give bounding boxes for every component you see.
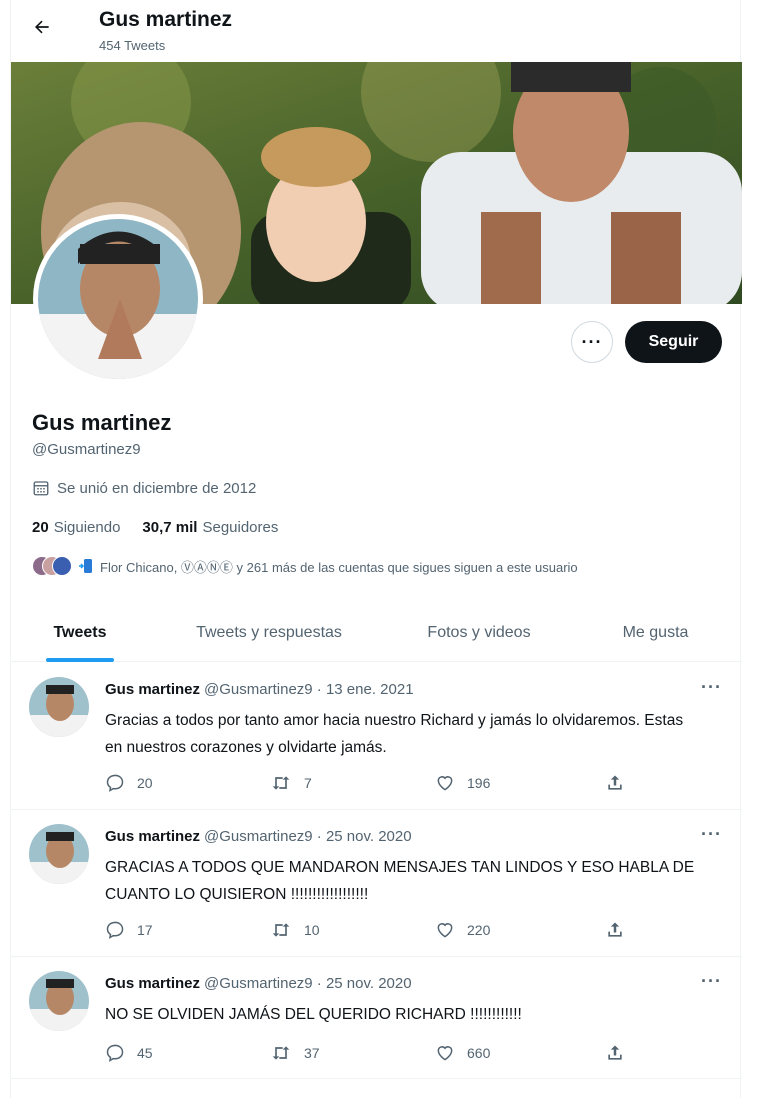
- following-link[interactable]: 20 Siguiendo: [32, 519, 120, 536]
- tweet[interactable]: Gus martinez @Gusmartinez9 · 25 nov. 2020…: [11, 810, 742, 957]
- followers-count: 30,7 mil: [142, 519, 198, 536]
- tweet-meta: @Gusmartinez9 · 13 ene. 2021: [204, 681, 414, 698]
- followed-by-text: Flor Chicano, ⓋⒶⓃⒺ y 261 más de las cuen…: [100, 559, 578, 575]
- tweet-text: GRACIAS A TODOS QUE MANDARON MENSAJES TA…: [105, 859, 695, 903]
- share-icon: [608, 775, 622, 790]
- like-button[interactable]: 220: [435, 918, 605, 942]
- avatar-photo: [38, 219, 198, 379]
- follow-stats: 20 Siguiendo 30,7 mil Seguidores: [32, 519, 278, 536]
- tweet[interactable]: Gus martinez @Gusmartinez9 · 13 ene. 2021…: [11, 663, 742, 810]
- reply-icon: [106, 921, 124, 939]
- profile-column: Gus martinez 454 Tweets ··· Seguir Gus m…: [10, 0, 742, 1098]
- joined-text: Se unió en diciembre de 2012: [57, 479, 257, 497]
- like-count: 196: [467, 775, 491, 791]
- share-button[interactable]: [605, 918, 625, 942]
- reply-icon: [106, 1044, 124, 1062]
- tab-likes[interactable]: Me gusta: [569, 604, 742, 662]
- tweet[interactable]: Gus martinez @Gusmartinez9 · 25 nov. 2020…: [11, 957, 742, 1079]
- tab-label: Tweets y respuestas: [196, 624, 342, 641]
- tweet-more-button[interactable]: ···: [701, 824, 722, 845]
- tweet-header: Gus martinez @Gusmartinez9 · 25 nov. 2020: [105, 975, 412, 992]
- joined-date: Se unió en diciembre de 2012: [32, 479, 256, 497]
- tweet-meta: @Gusmartinez9 · 25 nov. 2020: [204, 975, 412, 992]
- follow-button[interactable]: Seguir: [625, 321, 722, 363]
- tweet-meta: @Gusmartinez9 · 25 nov. 2020: [204, 828, 412, 845]
- follower-avatars: [32, 556, 72, 576]
- arrow-left-icon: [35, 20, 49, 34]
- following-count: 20: [32, 519, 49, 536]
- tweet-avatar[interactable]: [29, 824, 89, 884]
- calendar-icon: [33, 481, 49, 496]
- share-button[interactable]: [605, 771, 625, 795]
- reply-button[interactable]: 17: [105, 918, 270, 942]
- share-icon: [608, 1045, 622, 1060]
- tweet-text: Gracias a todos por tanto amor hacia nue…: [105, 712, 684, 756]
- tweet-actions: 45 37 660: [105, 1041, 645, 1065]
- tweet-text: NO SE OLVIDEN JAMÁS DEL QUERIDO RICHARD …: [105, 1006, 522, 1023]
- tweet-more-button[interactable]: ···: [701, 971, 722, 992]
- retweet-icon: [272, 1046, 290, 1060]
- heart-icon: [437, 923, 453, 938]
- retweet-button[interactable]: 10: [270, 918, 435, 942]
- retweet-count: 7: [304, 775, 312, 791]
- retweet-count: 10: [304, 922, 320, 938]
- like-count: 220: [467, 922, 491, 938]
- tweet-avatar[interactable]: [29, 971, 89, 1031]
- mini-avatar: [52, 556, 72, 576]
- tab-tweets[interactable]: Tweets: [11, 604, 149, 662]
- reply-button[interactable]: 45: [105, 1041, 270, 1065]
- back-button[interactable]: [27, 12, 57, 42]
- profile-avatar[interactable]: [33, 214, 203, 384]
- reply-icon: [106, 774, 124, 792]
- tweet-author-name[interactable]: Gus martinez: [105, 975, 200, 992]
- followers-label: Seguidores: [202, 519, 279, 536]
- like-button[interactable]: 660: [435, 1041, 605, 1065]
- profile-tabs: Tweets Tweets y respuestas Fotos y video…: [11, 604, 742, 662]
- header-title: Gus martinez: [99, 8, 233, 31]
- like-button[interactable]: 196: [435, 771, 605, 795]
- tab-tweets-and-replies[interactable]: Tweets y respuestas: [149, 604, 389, 662]
- retweet-icon: [272, 776, 290, 790]
- profile-handle: @Gusmartinez9: [32, 441, 141, 458]
- heart-icon: [437, 1046, 453, 1061]
- reply-button[interactable]: 20: [105, 771, 270, 795]
- active-tab-indicator: [46, 658, 114, 662]
- retweet-button[interactable]: 7: [270, 771, 435, 795]
- reply-count: 17: [137, 922, 153, 938]
- heart-icon: [437, 776, 453, 791]
- profile-header-bar: Gus martinez 454 Tweets: [11, 0, 742, 62]
- reply-count: 45: [137, 1045, 153, 1061]
- share-icon: [608, 922, 622, 937]
- more-options-button[interactable]: ···: [571, 321, 613, 363]
- tweet-avatar[interactable]: [29, 677, 89, 737]
- followers-you-know[interactable]: Flor Chicano, ⓋⒶⓃⒺ y 261 más de las cuen…: [32, 556, 578, 576]
- tweet-more-button[interactable]: ···: [701, 677, 722, 698]
- retweet-count: 37: [304, 1045, 320, 1061]
- tweet-actions: 20 7 196: [105, 771, 645, 795]
- profile-name: Gus martinez: [32, 410, 172, 435]
- header-tweet-count: 454 Tweets: [99, 38, 166, 53]
- followers-link[interactable]: 30,7 mil Seguidores: [142, 519, 278, 536]
- following-label: Siguiendo: [53, 519, 121, 536]
- retweet-button[interactable]: 37: [270, 1041, 435, 1065]
- tweet-actions: 17 10 220: [105, 918, 645, 942]
- tab-label: Tweets: [53, 624, 107, 641]
- tab-label: Me gusta: [622, 624, 689, 641]
- tweet-header: Gus martinez @Gusmartinez9 · 13 ene. 2021: [105, 681, 414, 698]
- share-button[interactable]: [605, 1041, 625, 1065]
- reply-count: 20: [137, 775, 153, 791]
- tweet-author-name[interactable]: Gus martinez: [105, 828, 200, 845]
- tab-label: Fotos y videos: [427, 624, 531, 641]
- retweet-icon: [272, 923, 290, 937]
- like-count: 660: [467, 1045, 491, 1061]
- tab-media[interactable]: Fotos y videos: [389, 604, 569, 662]
- phone-icon: [79, 559, 92, 573]
- tweet-header: Gus martinez @Gusmartinez9 · 25 nov. 2020: [105, 828, 412, 845]
- tweet-author-name[interactable]: Gus martinez: [105, 681, 200, 698]
